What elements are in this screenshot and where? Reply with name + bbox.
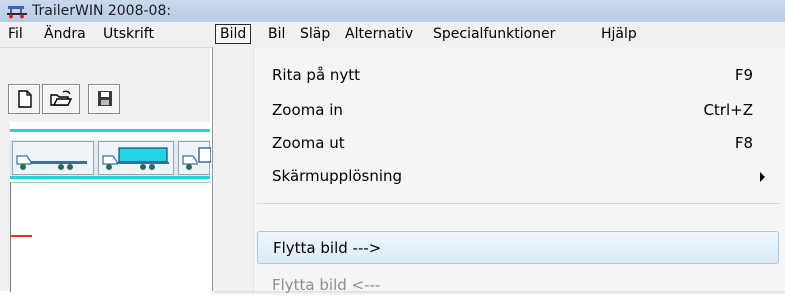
menu-andra[interactable]: Ändra: [40, 24, 90, 44]
menu-item-label: Flytta bild --->: [273, 239, 382, 257]
menu-alternativ[interactable]: Alternativ: [341, 24, 417, 44]
vehicle-box-truck-button[interactable]: [98, 141, 174, 175]
menu-item-zooma-ut[interactable]: Zooma ut F8: [257, 126, 779, 159]
menu-item-flytta-bild-right[interactable]: Flytta bild --->: [257, 231, 779, 264]
menu-item-zooma-in[interactable]: Zooma in Ctrl+Z: [257, 93, 779, 126]
window-title: TrailerWIN 2008-08:: [32, 3, 172, 19]
vehicle-third-button[interactable]: [178, 141, 211, 175]
bild-dropdown-menu: Rita på nytt F9 Zooma in Ctrl+Z Zooma ut…: [212, 47, 785, 294]
open-button[interactable]: [42, 84, 80, 114]
left-panel-edge: [0, 122, 10, 291]
vehicle-flatbed-button[interactable]: [12, 141, 94, 175]
menu-fil[interactable]: Fil: [4, 24, 27, 44]
save-button[interactable]: [88, 84, 120, 114]
red-axis-marker: [10, 235, 32, 237]
menu-utskrift[interactable]: Utskrift: [99, 24, 158, 44]
save-disk-icon: [98, 91, 112, 106]
new-document-icon: [18, 90, 32, 108]
menu-item-skarmupplosning[interactable]: Skärmupplösning: [257, 159, 779, 192]
menu-item-rita-pa-nytt[interactable]: Rita på nytt F9: [257, 58, 779, 91]
menu-bil[interactable]: Bil: [264, 24, 289, 44]
menu-item-label: Zooma ut: [272, 134, 345, 152]
menu-item-label: Skärmupplösning: [272, 167, 403, 185]
menu-specialfunktioner[interactable]: Specialfunktioner: [429, 24, 559, 44]
menu-item-label: Zooma in: [272, 101, 343, 119]
menu-item-label: Rita på nytt: [272, 66, 361, 84]
truck-cyan-body-icon: [102, 147, 169, 170]
new-button[interactable]: [8, 84, 40, 114]
title-bar: TrailerWIN 2008-08:: [0, 0, 785, 23]
menu-item-shortcut: F9: [734, 66, 753, 84]
cyan-divider-top: [10, 129, 210, 132]
flatbed-trailer-icon: [16, 155, 87, 170]
menu-item-flytta-bild-left[interactable]: Flytta bild <---: [257, 268, 779, 301]
menu-bild[interactable]: Bild: [215, 24, 252, 44]
trailer-app-icon: [7, 6, 27, 19]
menu-slap[interactable]: Släp: [296, 24, 334, 44]
menu-item-label: Flytta bild <---: [272, 276, 381, 294]
menu-hjalp[interactable]: Hjälp: [597, 24, 641, 44]
menu-icon-gutter: [213, 47, 254, 291]
menu-item-shortcut: F8: [734, 134, 753, 152]
cyan-divider-bottom: [10, 176, 210, 179]
submenu-arrow-icon: [760, 172, 765, 182]
open-folder-icon: [50, 90, 73, 106]
menu-item-shortcut: Ctrl+Z: [703, 101, 753, 119]
drawing-canvas[interactable]: [10, 182, 211, 292]
menu-separator: [257, 203, 779, 204]
truck-partial-icon: [182, 147, 211, 170]
menu-bar: Fil Ändra Utskrift Bild Bil Släp Alterna…: [0, 22, 785, 48]
